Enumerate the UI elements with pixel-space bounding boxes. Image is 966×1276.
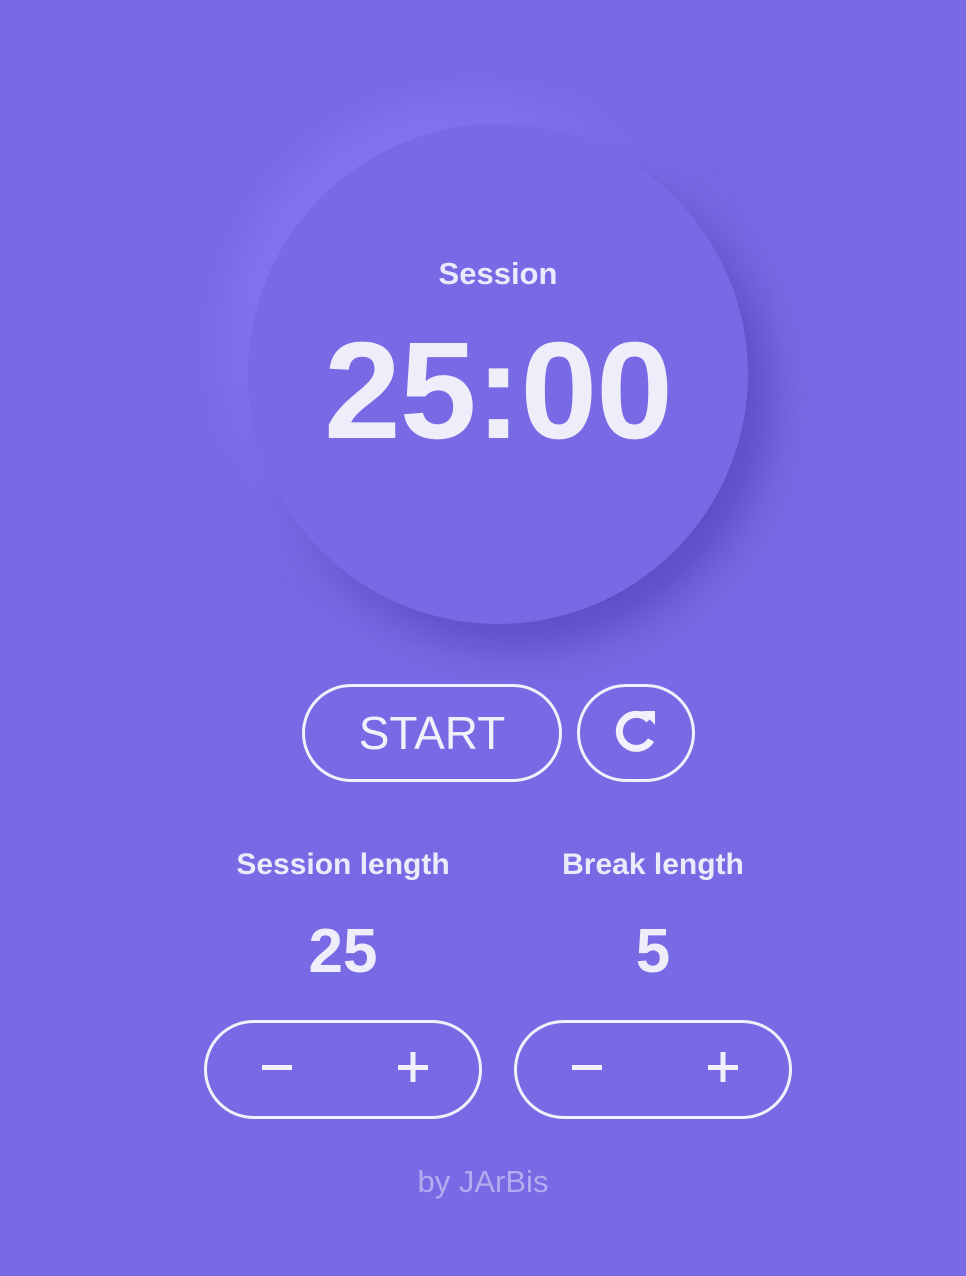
pomodoro-app: Session 25:00 START Session length 25 Br…: [0, 0, 966, 1276]
timer-display: 25:00: [324, 314, 673, 468]
session-length-label: Session length: [236, 848, 450, 881]
plus-icon: [397, 1051, 429, 1088]
reset-button[interactable]: [577, 684, 695, 782]
session-increment-button[interactable]: [373, 1023, 453, 1116]
minus-icon: [571, 1051, 603, 1088]
break-length-value: 5: [635, 917, 671, 986]
timer-mode-label: Session: [438, 256, 558, 291]
session-length-stepper: [204, 1020, 482, 1119]
refresh-icon: [611, 706, 661, 761]
session-length-value: 25: [308, 917, 378, 986]
break-length-label: Break length: [562, 848, 744, 881]
author-credit: by JArBis: [417, 1164, 549, 1199]
plus-icon: [707, 1051, 739, 1088]
session-decrement-button[interactable]: [237, 1023, 317, 1116]
minus-icon: [261, 1051, 293, 1088]
timer-dial: Session 25:00: [248, 124, 748, 624]
start-button[interactable]: START: [302, 684, 562, 782]
break-length-stepper: [514, 1020, 792, 1119]
break-decrement-button[interactable]: [547, 1023, 627, 1116]
break-increment-button[interactable]: [683, 1023, 763, 1116]
